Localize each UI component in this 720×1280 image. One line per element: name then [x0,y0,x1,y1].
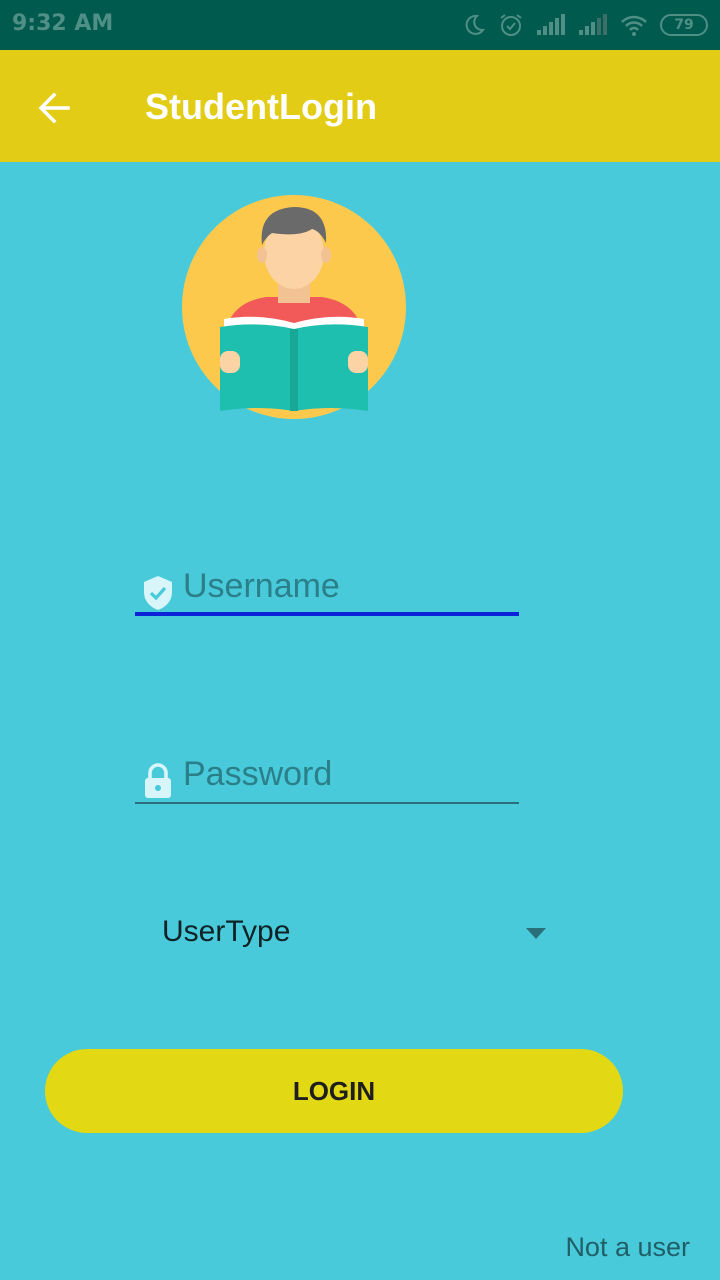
student-reading-icon [182,195,406,419]
signal-icon [537,14,565,35]
login-button[interactable]: LOGIN [45,1049,623,1133]
alarm-icon [500,14,522,36]
usertype-select[interactable]: UserType [150,905,560,965]
username-underline [135,612,519,616]
page-title: StudentLogin [145,86,377,127]
app-bar: StudentLogin [0,50,720,162]
battery-icon: 79 [660,14,708,36]
arrow-left-icon [38,92,70,124]
student-avatar [180,193,408,421]
username-input[interactable] [183,564,513,608]
battery-level: 79 [674,17,694,33]
password-input[interactable] [183,752,513,796]
signal-icon [579,14,607,35]
password-underline [135,802,519,804]
password-field [135,744,519,804]
moon-icon [465,14,486,35]
login-label: LOGIN [292,1075,376,1106]
dropdown-arrow-icon [526,928,546,939]
wifi-icon [621,15,647,36]
status-icons: 79 [462,10,708,40]
username-field [135,556,519,616]
usertype-label: UserType [162,915,291,948]
shield-check-icon [144,576,172,610]
status-bar: 9:32 AM 79 [0,0,720,50]
lock-icon [145,763,171,798]
back-button[interactable] [26,80,82,136]
not-a-user-link[interactable]: Not a user [565,1232,690,1263]
status-time: 9:32 AM [12,11,114,36]
